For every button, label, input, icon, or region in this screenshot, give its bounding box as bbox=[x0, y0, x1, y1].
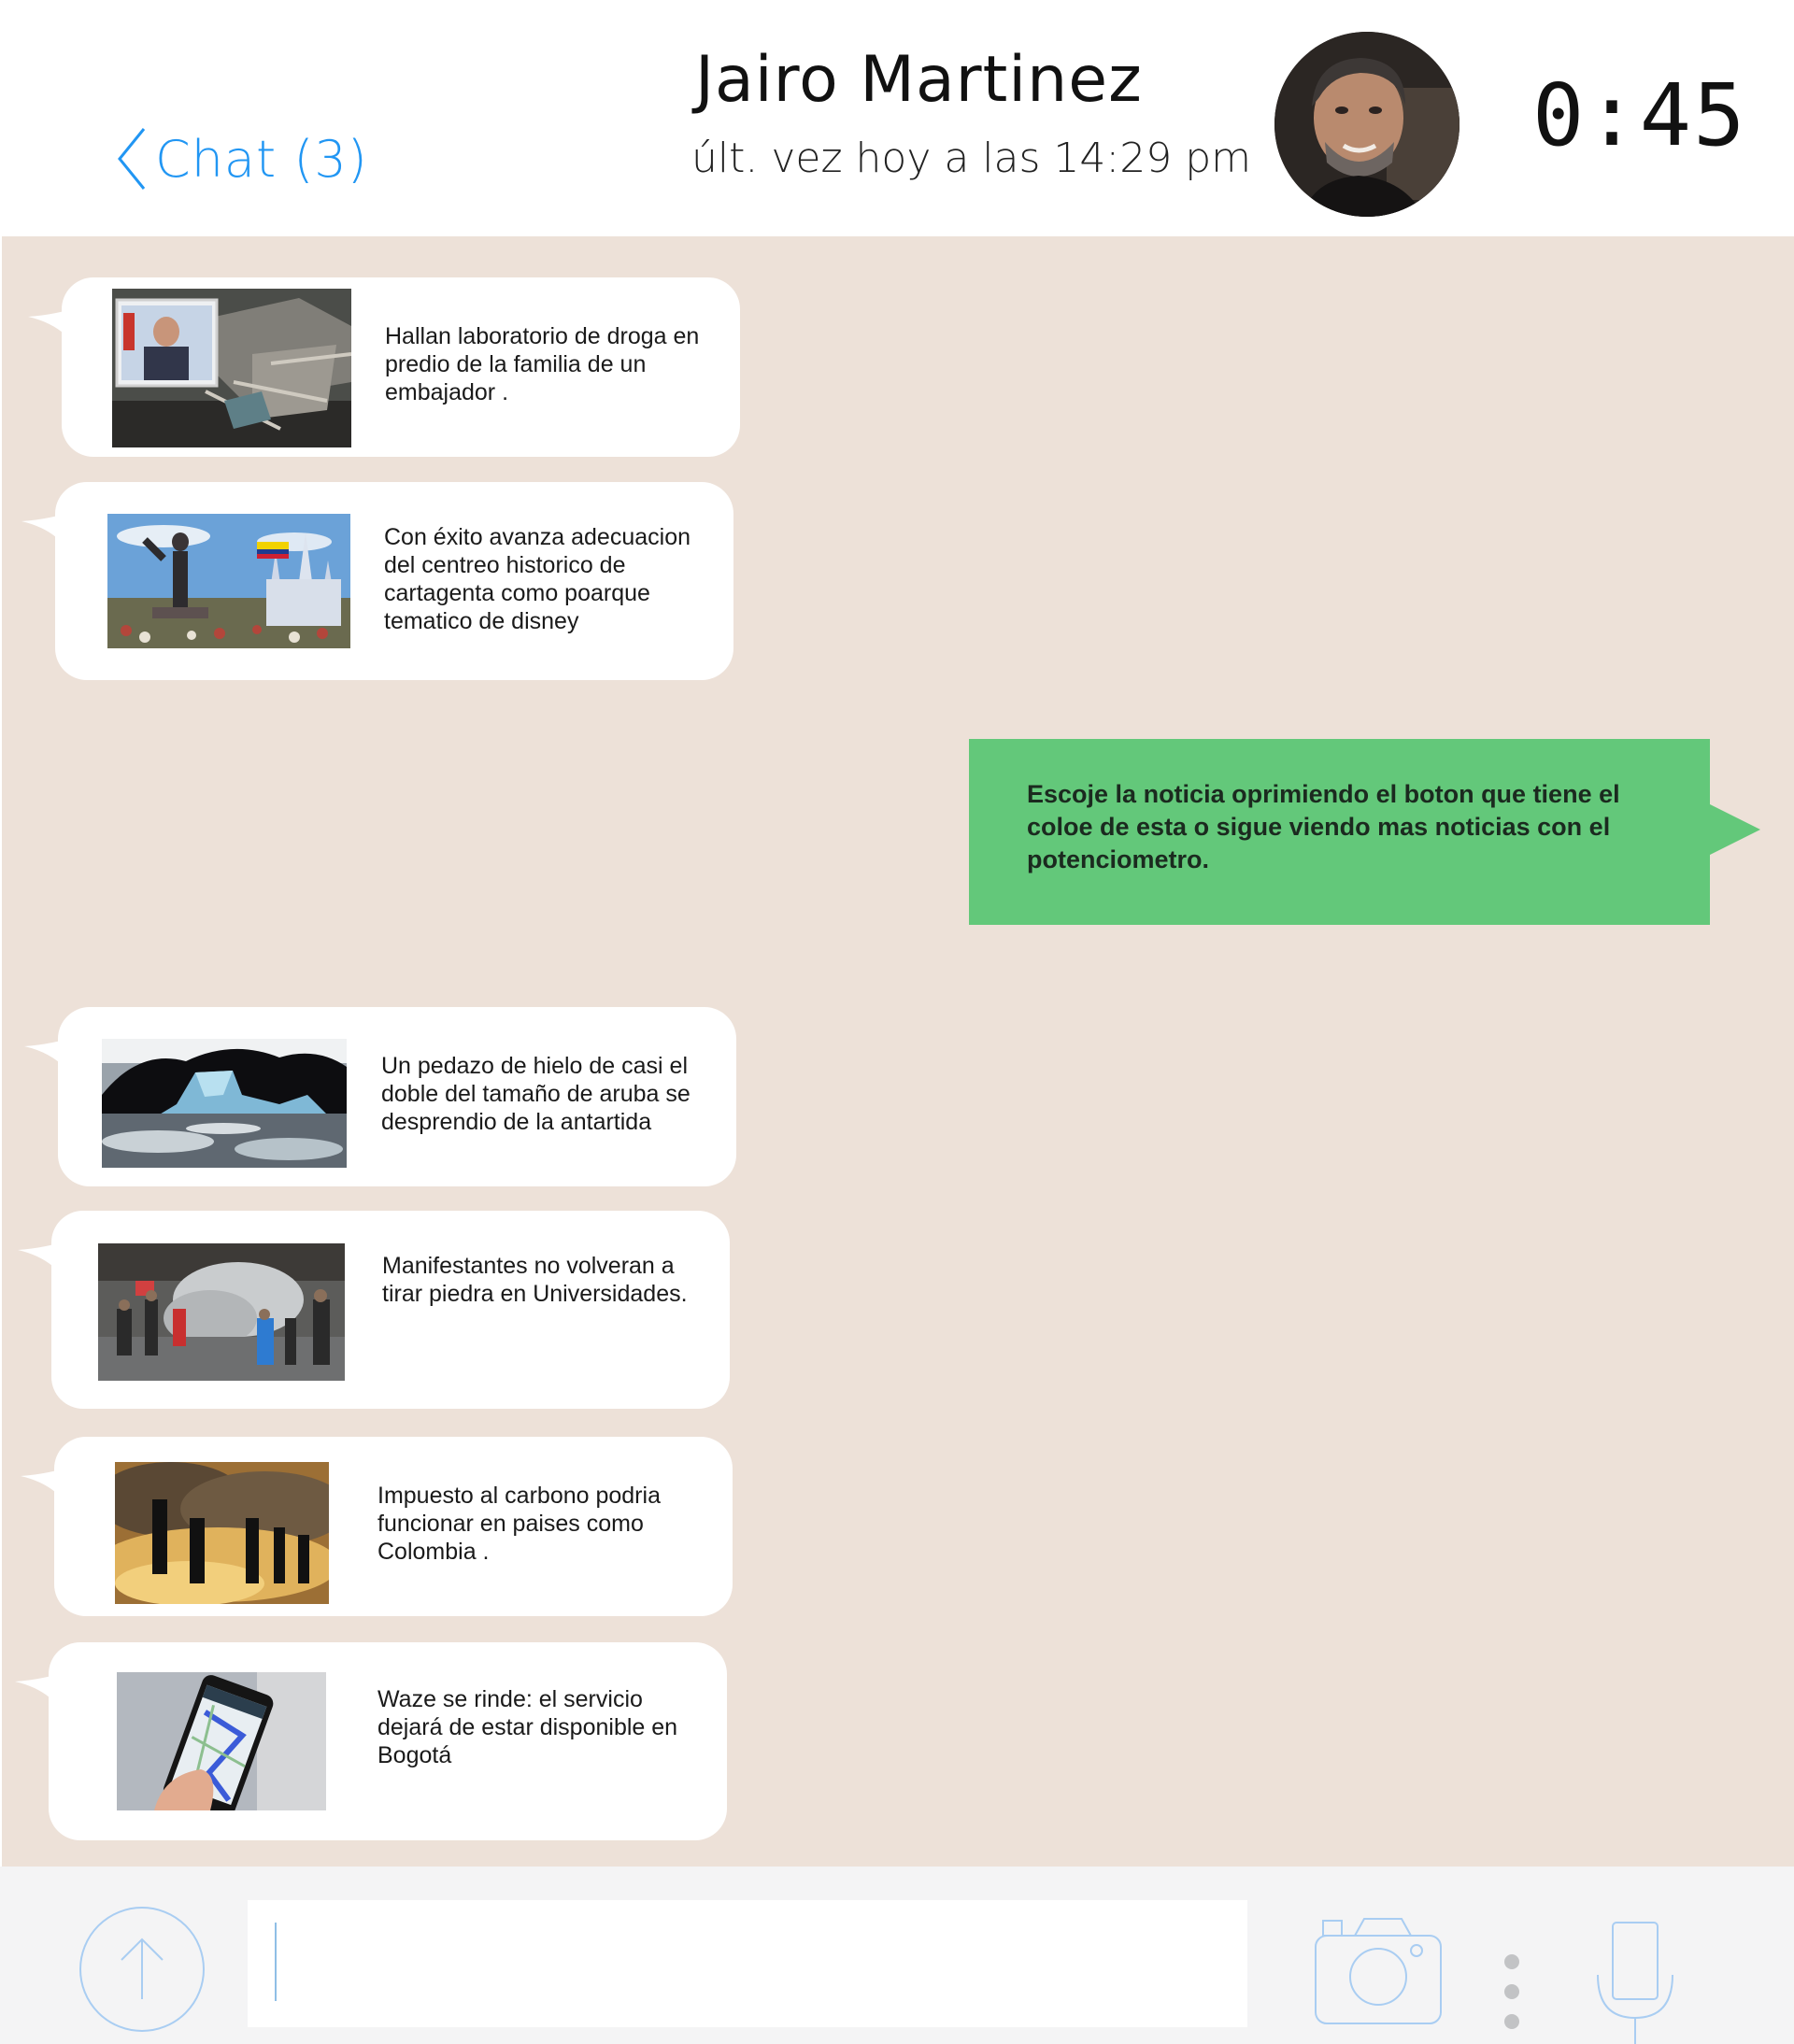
chevron-left-icon bbox=[118, 128, 146, 190]
news-message[interactable]: Con éxito avanza adecuacion del centreo … bbox=[21, 482, 733, 680]
contact-name: Jairo Martinez bbox=[695, 43, 1143, 117]
outgoing-message-text: Escoje la noticia oprimiendo el boton qu… bbox=[1027, 780, 1620, 873]
last-seen-status: últ. vez hoy a las 14:29 pm bbox=[691, 135, 1251, 182]
news-thumbnail bbox=[112, 289, 351, 447]
drug-lab-raid-photo bbox=[112, 289, 351, 447]
message-input[interactable] bbox=[248, 1900, 1247, 2027]
upload-icon[interactable] bbox=[78, 1906, 206, 2033]
contact-photo bbox=[1274, 32, 1459, 217]
more-dots-icon[interactable] bbox=[1495, 1949, 1529, 2042]
microphone-icon[interactable] bbox=[1594, 1919, 1676, 2044]
smokestacks-photo bbox=[115, 1462, 329, 1604]
news-message[interactable]: Un pedazo de hielo de casi el doble del … bbox=[24, 1007, 736, 1186]
outgoing-message: Escoje la noticia oprimiendo el boton qu… bbox=[969, 739, 1710, 925]
news-message[interactable]: Manifestantes no volveran a tirar piedra… bbox=[18, 1211, 730, 1409]
countdown-timer: 0:45 bbox=[1532, 65, 1747, 165]
chat-header: Chat (3) Jairo Martinez últ. vez hoy a l… bbox=[0, 0, 1794, 236]
bubble-tail bbox=[21, 1465, 77, 1521]
news-headline: Hallan laboratorio de droga en predio de… bbox=[385, 323, 700, 405]
protest-photo bbox=[98, 1243, 345, 1381]
bubble-tail bbox=[24, 1035, 80, 1091]
bubble-tail bbox=[18, 1239, 74, 1295]
disney-castle-photo bbox=[107, 514, 350, 648]
news-headline: Manifestantes no volveran a tirar piedra… bbox=[382, 1253, 688, 1307]
camera-icon[interactable] bbox=[1312, 1911, 1445, 2027]
antarctic-ice-photo bbox=[102, 1039, 347, 1168]
news-headline: Impuesto al carbono podria funcionar en … bbox=[377, 1483, 661, 1565]
text-caret bbox=[275, 1923, 277, 2001]
news-thumbnail bbox=[115, 1462, 329, 1604]
news-headline: Con éxito avanza adecuacion del centreo … bbox=[384, 524, 691, 634]
news-message[interactable]: Hallan laboratorio de droga en predio de… bbox=[28, 277, 740, 457]
bubble-tail bbox=[28, 305, 84, 362]
news-thumbnail bbox=[107, 514, 350, 648]
bubble-tail bbox=[15, 1670, 71, 1726]
news-message[interactable]: Impuesto al carbono podria funcionar en … bbox=[21, 1437, 733, 1616]
news-thumbnail bbox=[98, 1243, 345, 1381]
avatar[interactable] bbox=[1274, 32, 1459, 217]
news-headline: Waze se rinde: el servicio dejará de est… bbox=[377, 1686, 678, 1768]
news-thumbnail bbox=[102, 1039, 347, 1168]
back-label: Chat (3) bbox=[155, 129, 368, 189]
news-headline: Un pedazo de hielo de casi el doble del … bbox=[381, 1053, 691, 1135]
news-thumbnail bbox=[117, 1672, 326, 1810]
back-to-chats-button[interactable]: Chat (3) bbox=[114, 121, 368, 196]
bubble-tail bbox=[21, 510, 78, 566]
waze-phone-photo bbox=[117, 1672, 326, 1810]
outgoing-bubble-tail bbox=[1708, 803, 1760, 856]
news-message[interactable]: Waze se rinde: el servicio dejará de est… bbox=[15, 1642, 727, 1840]
